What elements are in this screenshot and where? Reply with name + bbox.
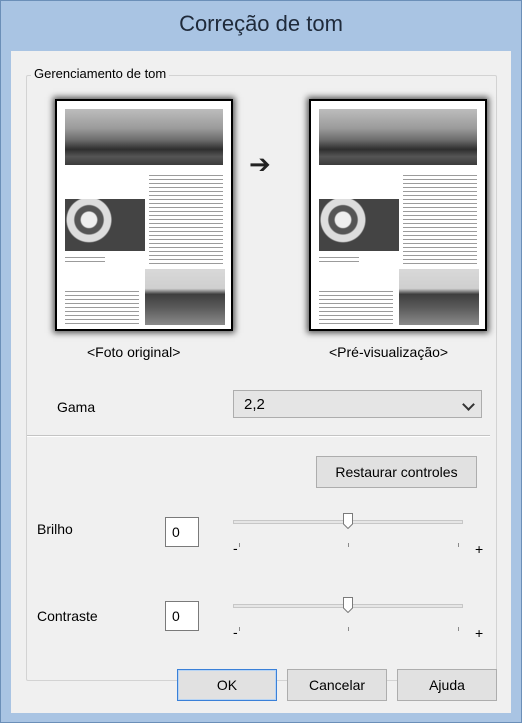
gamma-select[interactable]: 2,2	[233, 390, 482, 418]
text-lines	[149, 175, 223, 265]
cancel-button[interactable]: Cancelar	[287, 669, 387, 701]
trees-photo	[145, 269, 225, 325]
text-lines	[65, 291, 139, 325]
dialog-client-area: Gerenciamento de tom <Foto original> ➔ <…	[11, 51, 511, 713]
gamma-label: Gama	[57, 399, 96, 415]
trees-photo	[399, 269, 479, 325]
slider-tick	[348, 627, 349, 631]
slider-tick	[348, 543, 349, 547]
contrast-plus: +	[475, 625, 484, 641]
original-caption: <Foto original>	[87, 344, 181, 360]
group-legend: Gerenciamento de tom	[31, 66, 170, 81]
contrast-label: Contraste	[37, 608, 98, 624]
slider-tick	[458, 627, 459, 631]
tone-correction-dialog: Correção de tom Gerenciamento de tom <Fo…	[0, 0, 522, 723]
landscape-photo	[65, 109, 223, 165]
preview-caption: <Pré-visualização>	[329, 344, 449, 360]
restore-controls-button[interactable]: Restaurar controles	[316, 456, 477, 488]
divider	[27, 435, 490, 437]
slider-tick	[239, 543, 240, 547]
right-arrow-icon: ➔	[249, 149, 271, 179]
original-photo-thumbnail	[57, 101, 231, 329]
ok-button[interactable]: OK	[177, 669, 277, 701]
landscape-photo	[319, 109, 477, 165]
flower-photo	[65, 199, 145, 251]
flower-photo	[319, 199, 399, 251]
text-lines	[319, 291, 393, 325]
slider-thumb-icon[interactable]	[343, 513, 353, 530]
contrast-minus: -	[233, 624, 238, 640]
slider-tick	[458, 543, 459, 547]
preview-photo-thumbnail	[311, 101, 485, 329]
window-title: Correção de tom	[179, 11, 343, 36]
text-lines	[403, 175, 477, 265]
brightness-input[interactable]	[165, 517, 199, 547]
brightness-label: Brilho	[37, 521, 73, 537]
brightness-minus: -	[233, 540, 238, 556]
slider-thumb-icon[interactable]	[343, 597, 353, 614]
chevron-down-icon	[462, 398, 475, 411]
brightness-plus: +	[475, 541, 484, 557]
help-button[interactable]: Ajuda	[397, 669, 497, 701]
slider-tick	[239, 627, 240, 631]
gamma-value: 2,2	[244, 396, 265, 413]
text-lines	[319, 257, 359, 263]
text-lines	[65, 257, 105, 263]
contrast-input[interactable]	[165, 601, 199, 631]
